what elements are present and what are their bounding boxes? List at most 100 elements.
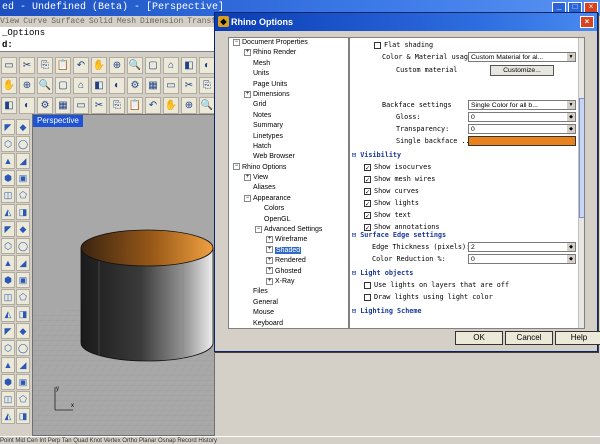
- tree-expander-icon[interactable]: +: [266, 236, 273, 244]
- modeling-tool-icon[interactable]: ⬠: [16, 289, 30, 305]
- color-reduction-input[interactable]: 0 ◆: [468, 254, 576, 264]
- checkbox[interactable]: [364, 293, 371, 301]
- modeling-tool-icon[interactable]: ▣: [16, 170, 30, 186]
- tree-item-aliases[interactable]: Aliases: [229, 183, 348, 193]
- modeling-tool-icon[interactable]: ◨: [16, 204, 30, 220]
- tree-expander-icon[interactable]: −: [233, 38, 240, 46]
- modeling-tool-icon[interactable]: ⬠: [16, 391, 30, 407]
- collapse-icon[interactable]: ⊟: [352, 151, 356, 159]
- spinner-icon[interactable]: ◆: [567, 113, 575, 121]
- modeling-tool-icon[interactable]: ◤: [1, 323, 15, 339]
- tree-item-x-ray[interactable]: + X-Ray: [229, 277, 348, 287]
- checkbox[interactable]: ✓: [364, 199, 371, 207]
- checkbox-row[interactable]: ✓ Show curves: [364, 186, 584, 197]
- tree-expander-icon[interactable]: +: [266, 246, 273, 254]
- toolbar-tool-icon[interactable]: ✂: [181, 77, 197, 94]
- toolbar-tool-icon[interactable]: ⎘: [199, 77, 215, 94]
- checkbox-row[interactable]: Draw lights using light color: [364, 292, 584, 303]
- menu-item-view[interactable]: View: [0, 17, 19, 26]
- toolbar-tool-icon[interactable]: ⚙: [37, 97, 53, 114]
- menu-item-dimension[interactable]: Dimension: [140, 17, 183, 26]
- checkbox-row[interactable]: Use lights on layers that are off: [364, 280, 584, 291]
- flat-shading-checkbox[interactable]: [374, 41, 381, 49]
- light-objects-section[interactable]: ⊟ Light objects: [352, 268, 580, 279]
- tree-item-opengl[interactable]: OpenGL: [229, 215, 348, 225]
- edge-thickness-input[interactable]: 2 ◆: [468, 242, 576, 252]
- color-material-select[interactable]: Custom Material for al... ▼: [468, 52, 576, 62]
- tree-item-shaded[interactable]: + Shaded: [229, 246, 348, 256]
- modeling-tool-icon[interactable]: ◨: [16, 408, 30, 424]
- lighting-scheme-section[interactable]: ⊟ Lighting Scheme: [352, 306, 580, 317]
- modeling-tool-icon[interactable]: ⬡: [1, 340, 15, 356]
- tree-expander-icon[interactable]: +: [244, 173, 251, 181]
- toolbar-tool-icon[interactable]: ▭: [1, 57, 17, 74]
- tree-item-summary[interactable]: Summary: [229, 121, 348, 131]
- toolbar-tool-icon[interactable]: 📋: [55, 57, 71, 74]
- panel-scrollbar[interactable]: [578, 38, 584, 328]
- modeling-tool-icon[interactable]: ▲: [1, 153, 15, 169]
- modeling-tool-icon[interactable]: ◫: [1, 187, 15, 203]
- checkbox[interactable]: ✓: [364, 187, 371, 195]
- flat-shading-row[interactable]: Flat shading: [374, 40, 584, 51]
- toolbar-tool-icon[interactable]: ⎘: [37, 57, 53, 74]
- tree-item-keyboard[interactable]: Keyboard: [229, 319, 348, 328]
- menu-item-mesh[interactable]: Mesh: [117, 17, 136, 26]
- surface-edge-section[interactable]: ⊟ Surface Edge settings: [352, 230, 580, 241]
- cylinder-object[interactable]: [80, 229, 214, 362]
- backface-color-swatch[interactable]: [468, 136, 576, 146]
- toolbar-tool-icon[interactable]: ⊕: [181, 97, 197, 114]
- visibility-section[interactable]: ⊟ Visibility: [352, 150, 580, 161]
- tree-item-ghosted[interactable]: + Ghosted: [229, 267, 348, 277]
- modeling-tool-icon[interactable]: ◭: [1, 306, 15, 322]
- menu-item-solid[interactable]: Solid: [89, 17, 113, 26]
- modeling-tool-icon[interactable]: ◨: [16, 306, 30, 322]
- checkbox-row[interactable]: ✓ Show lights: [364, 198, 584, 209]
- tree-item-colors[interactable]: Colors: [229, 204, 348, 214]
- modeling-tool-icon[interactable]: ▣: [16, 374, 30, 390]
- tree-item-view[interactable]: + View: [229, 173, 348, 183]
- tree-item-advanced-settings[interactable]: − Advanced Settings: [229, 225, 348, 235]
- toolbar-tool-icon[interactable]: ✋: [1, 77, 17, 94]
- checkbox[interactable]: ✓: [364, 211, 371, 219]
- tree-expander-icon[interactable]: −: [244, 194, 251, 202]
- toolbar-tool-icon[interactable]: ▦: [145, 77, 161, 94]
- modeling-tool-icon[interactable]: ◢: [16, 255, 30, 271]
- close-icon[interactable]: ×: [580, 16, 594, 28]
- toolbar-tool-icon[interactable]: ▭: [73, 97, 89, 114]
- tree-item-rendered[interactable]: + Rendered: [229, 256, 348, 266]
- menu-item-surface[interactable]: Surface: [51, 17, 85, 26]
- command-prompt[interactable]: d:: [2, 39, 220, 51]
- modeling-tool-icon[interactable]: ⬢: [1, 170, 15, 186]
- toolbar-tool-icon[interactable]: ✋: [163, 97, 179, 114]
- modeling-tool-icon[interactable]: ◭: [1, 204, 15, 220]
- tree-item-linetypes[interactable]: Linetypes: [229, 132, 348, 142]
- toolbar-tool-icon[interactable]: ◧: [1, 97, 17, 114]
- toolbar-tool-icon[interactable]: ◧: [91, 77, 107, 94]
- modeling-tool-icon[interactable]: ◆: [16, 221, 30, 237]
- tree-item-mesh[interactable]: Mesh: [229, 59, 348, 69]
- modeling-tool-icon[interactable]: ◯: [16, 340, 30, 356]
- tree-item-rhino-render[interactable]: + Rhino Render: [229, 48, 348, 58]
- toolbar-tool-icon[interactable]: 🔍: [37, 77, 53, 94]
- tree-expander-icon[interactable]: +: [244, 49, 251, 57]
- viewport-title[interactable]: Perspective: [33, 115, 83, 127]
- tree-item-hatch[interactable]: Hatch: [229, 142, 348, 152]
- tree-item-web-browser[interactable]: Web Browser: [229, 152, 348, 162]
- tree-expander-icon[interactable]: −: [233, 163, 240, 171]
- modeling-tool-icon[interactable]: ⬢: [1, 374, 15, 390]
- command-area[interactable]: _Options d:: [0, 27, 220, 52]
- checkbox[interactable]: ✓: [364, 163, 371, 171]
- checkbox[interactable]: ✓: [364, 175, 371, 183]
- checkbox-row[interactable]: ✓ Show isocurves: [364, 162, 584, 173]
- cancel-button[interactable]: Cancel: [505, 331, 553, 345]
- modeling-tool-icon[interactable]: ◆: [16, 323, 30, 339]
- toolbar-tool-icon[interactable]: ⊕: [19, 77, 35, 94]
- ok-button[interactable]: OK: [455, 331, 503, 345]
- tree-item-units[interactable]: Units: [229, 69, 348, 79]
- tree-expander-icon[interactable]: −: [255, 225, 262, 233]
- toolbar-tool-icon[interactable]: ⎘: [109, 97, 125, 114]
- modeling-tool-icon[interactable]: ◤: [1, 221, 15, 237]
- toolbar-tool-icon[interactable]: ✂: [91, 97, 107, 114]
- modeling-tool-icon[interactable]: ⬠: [16, 187, 30, 203]
- collapse-icon[interactable]: ⊟: [352, 231, 356, 239]
